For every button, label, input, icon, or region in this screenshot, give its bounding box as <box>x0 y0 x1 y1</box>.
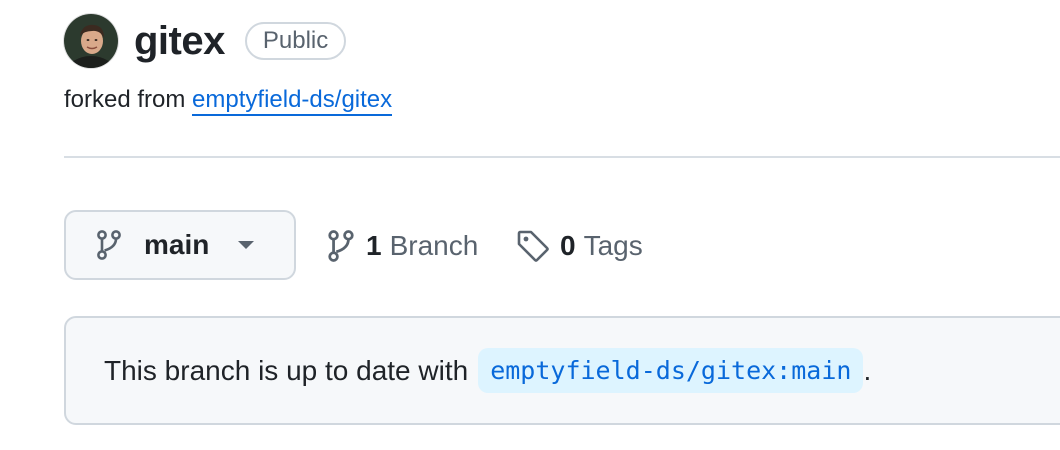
branch-status-suffix: . <box>863 354 872 386</box>
tag-icon <box>516 229 550 263</box>
branch-status-box: This branch is up to date with emptyfiel… <box>64 316 1060 425</box>
branch-select-button[interactable]: main <box>64 210 296 280</box>
tags-link[interactable]: 0 Tags <box>516 226 643 266</box>
branch-status-text: This branch is up to date with <box>104 354 469 386</box>
tag-count: 0 <box>560 230 576 261</box>
owner-avatar-image <box>64 14 118 68</box>
visibility-badge: Public <box>244 22 347 60</box>
branches-link[interactable]: 1 Branch <box>326 226 478 266</box>
triangle-down-icon <box>237 240 255 250</box>
tag-label: Tags <box>583 230 643 261</box>
branch-count: 1 <box>366 230 382 261</box>
upstream-ref-link[interactable]: emptyfield-ds/gitex:main <box>478 348 864 393</box>
forked-from-label: forked from <box>64 86 186 113</box>
current-branch-label: main <box>144 229 210 260</box>
avatar[interactable] <box>64 14 118 68</box>
header-divider <box>64 156 1060 158</box>
fork-source-link[interactable]: emptyfield-ds/gitex <box>192 86 393 116</box>
branch-label: Branch <box>389 230 479 261</box>
forked-from: forked from emptyfield-ds/gitex <box>64 86 393 116</box>
repo-header: gitex Public <box>64 14 347 68</box>
repo-name[interactable]: gitex <box>134 21 225 61</box>
git-branch-icon <box>96 229 122 261</box>
git-branch-icon <box>326 229 356 263</box>
